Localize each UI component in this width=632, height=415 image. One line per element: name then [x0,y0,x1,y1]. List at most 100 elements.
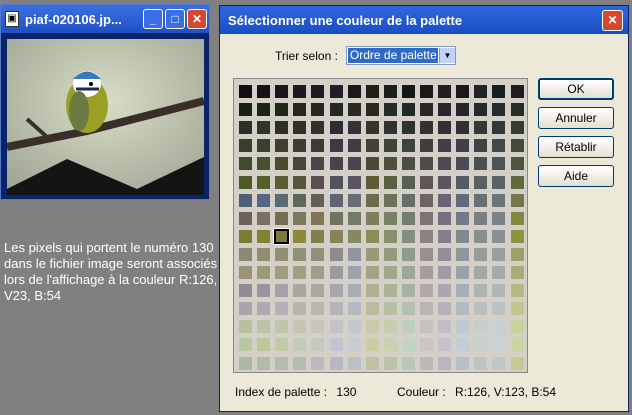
palette-cell[interactable] [383,175,397,189]
palette-cell[interactable] [329,175,343,189]
palette-cell[interactable] [365,103,379,117]
palette-cell[interactable] [329,157,343,171]
palette-cell[interactable] [492,320,506,334]
palette-cell[interactable] [474,229,488,243]
palette-cell[interactable] [492,247,506,261]
palette-cell[interactable] [293,302,307,316]
palette-cell[interactable] [365,229,379,243]
palette-cell[interactable] [438,338,452,352]
palette-cell[interactable] [329,211,343,225]
palette-cell[interactable] [456,175,470,189]
palette-cell[interactable] [365,284,379,298]
palette-cell[interactable] [383,247,397,261]
palette-cell[interactable] [293,356,307,370]
palette-cell[interactable] [239,157,252,171]
palette-cell[interactable] [239,139,252,153]
palette-cell[interactable] [275,175,289,189]
palette-cell[interactable] [347,266,361,279]
palette-cell[interactable] [438,139,452,153]
palette-cell[interactable] [510,229,524,243]
chevron-down-icon[interactable]: ▼ [438,48,455,63]
palette-cell[interactable] [383,302,397,316]
minimize-button[interactable]: _ [143,9,163,29]
palette-cell[interactable] [383,193,397,207]
palette-cell[interactable] [239,320,252,334]
palette-cell[interactable] [347,211,361,225]
palette-cell[interactable] [383,356,397,370]
palette-cell[interactable] [492,284,506,298]
palette-cell[interactable] [257,139,271,153]
palette-cell[interactable] [492,121,506,135]
palette-cell[interactable] [239,266,252,279]
palette-cell[interactable] [456,103,470,117]
palette-cell[interactable] [401,193,415,207]
palette-cell[interactable] [474,247,488,261]
palette-cell[interactable] [239,356,252,370]
palette-cell[interactable] [438,356,452,370]
palette-cell[interactable] [401,320,415,334]
palette-cell[interactable] [510,103,524,117]
palette-cell[interactable] [347,284,361,298]
palette-cell[interactable] [438,229,452,243]
palette-cell[interactable] [420,85,433,98]
palette-cell[interactable] [257,193,271,207]
palette-cell[interactable] [311,247,325,261]
palette-cell[interactable] [438,121,452,135]
palette-cell[interactable] [420,175,433,189]
palette-cell[interactable] [401,302,415,316]
palette-cell[interactable] [293,211,307,225]
dialog-titlebar[interactable]: Sélectionner une couleur de la palette ✕ [220,6,628,34]
palette-cell[interactable] [239,85,252,98]
palette-cell[interactable] [492,175,506,189]
palette-cell[interactable] [365,338,379,352]
palette-cell[interactable] [239,338,252,352]
palette-cell[interactable] [347,157,361,171]
palette-cell[interactable] [257,85,271,98]
palette-cell[interactable] [438,157,452,171]
palette-cell[interactable] [239,211,252,225]
palette-cell[interactable] [474,121,488,135]
palette-cell[interactable] [275,193,289,207]
palette-cell[interactable] [420,121,433,135]
sort-select[interactable]: Ordre de palette ▼ [345,46,456,65]
palette-cell[interactable] [275,121,289,135]
palette-cell[interactable] [420,211,433,225]
palette-cell[interactable] [474,356,488,370]
palette-cell[interactable] [510,139,524,153]
reset-button[interactable]: Rétablir [538,136,614,158]
palette-cell[interactable] [420,320,433,334]
palette-cell[interactable] [492,338,506,352]
palette-cell[interactable] [329,302,343,316]
palette-cell[interactable] [383,103,397,117]
palette-cell[interactable] [456,284,470,298]
palette-cell[interactable] [275,211,289,225]
palette-cell[interactable] [510,266,524,279]
palette-cell[interactable] [275,139,289,153]
palette-cell[interactable] [329,266,343,279]
palette-cell[interactable] [420,157,433,171]
palette-cell[interactable] [329,193,343,207]
palette-cell[interactable] [293,338,307,352]
palette-cell[interactable] [311,302,325,316]
palette-cell[interactable] [456,338,470,352]
palette-cell[interactable] [456,247,470,261]
palette-cell[interactable] [420,356,433,370]
palette-cell[interactable] [257,157,271,171]
palette-cell[interactable] [383,338,397,352]
palette-cell[interactable] [492,302,506,316]
palette-cell[interactable] [311,121,325,135]
palette-cell[interactable] [293,266,307,279]
palette-cell[interactable] [329,320,343,334]
maximize-button[interactable]: □ [165,9,185,29]
palette-cell[interactable] [492,266,506,279]
palette-cell[interactable] [510,121,524,135]
palette-cell[interactable] [510,356,524,370]
palette-cell[interactable] [293,103,307,117]
palette-cell[interactable] [456,302,470,316]
palette-cell[interactable] [401,229,415,243]
palette-cell[interactable] [510,85,524,98]
palette-cell[interactable] [257,103,271,117]
palette-cell[interactable] [347,103,361,117]
palette-cell[interactable] [257,247,271,261]
palette-cell[interactable] [401,338,415,352]
